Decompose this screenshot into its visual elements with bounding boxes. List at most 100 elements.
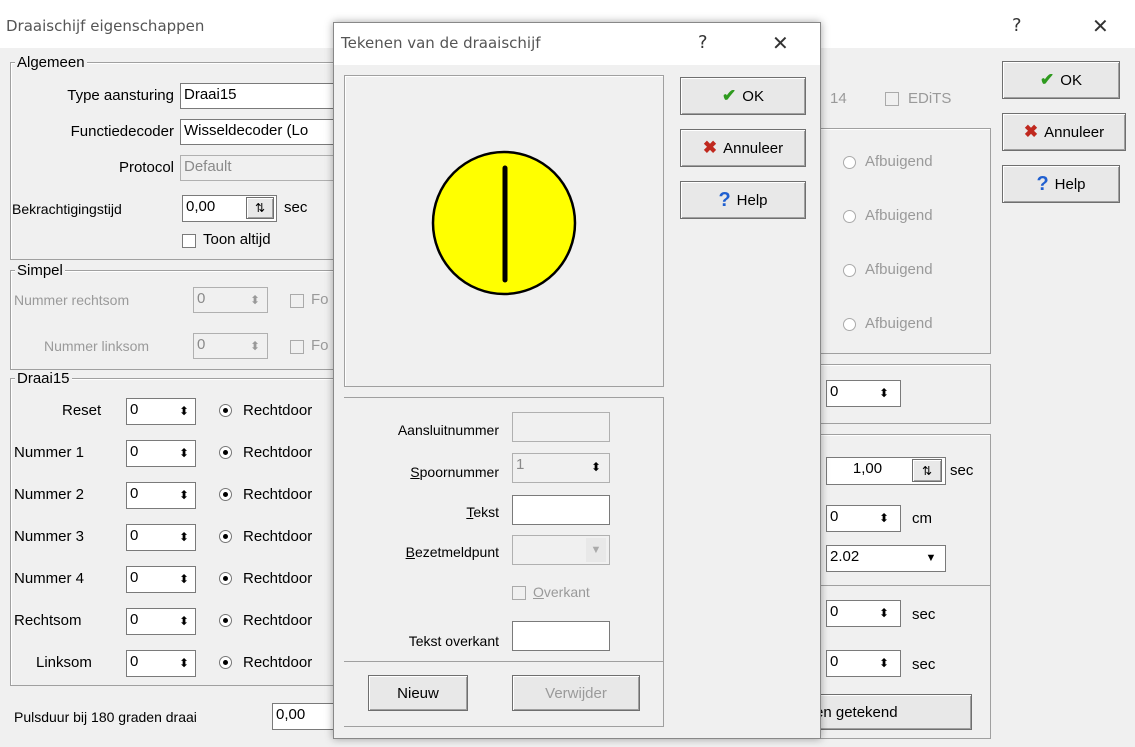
right-time-unit: sec [950, 462, 974, 479]
dialog-ok-button[interactable]: ✔ OK [680, 77, 806, 115]
toon-altijd-label: Toon altijd [203, 231, 271, 248]
pulsduur-field[interactable]: 0,00 [272, 703, 342, 730]
toon-altijd-checkbox[interactable] [182, 234, 196, 248]
draai-row-label: Nummer 1 [14, 444, 85, 461]
draai-row-radio[interactable] [219, 404, 232, 417]
getekend-button[interactable]: en getekend [810, 694, 972, 730]
draai-row-label: Nummer 3 [14, 528, 85, 545]
nummer-linksom-label: Nummer linksom [44, 338, 150, 354]
dialog-help-question-icon: ? [718, 188, 731, 211]
right-sec2-spin-icon[interactable]: ⬍ [874, 651, 894, 675]
draaischijf-dialog: Tekenen van de draaischijf ? ✕ Aansluitn… [333, 22, 821, 739]
draai-row-label: Linksom [36, 654, 92, 671]
afbuigend-label: Afbuigend [865, 207, 933, 224]
draai-row-radio[interactable] [219, 572, 232, 585]
nieuw-button[interactable]: Nieuw [368, 675, 468, 711]
main-ok-button[interactable]: ✔ OK [1002, 61, 1120, 99]
bekrachtigingstijd-unit: sec [284, 199, 308, 216]
help-question-icon: ? [1036, 172, 1049, 195]
nummer-rechtsom-label: Nummer rechtsom [14, 292, 130, 308]
group-simpel [10, 270, 340, 370]
protocol-field[interactable]: Default [180, 155, 340, 181]
ok-check-icon: ✔ [1040, 70, 1055, 89]
main-help-icon[interactable]: ? [1012, 17, 1022, 35]
dialog-close-icon[interactable]: ✕ [772, 33, 789, 53]
main-title: Draaischijf eigenschappen [6, 17, 205, 35]
cancel-x-icon: ✖ [1023, 122, 1039, 141]
draai-row-radio[interactable] [219, 656, 232, 669]
verwijder-button[interactable]: Verwijder [512, 675, 640, 711]
aansluitnummer-field[interactable] [512, 412, 610, 442]
right-version-chevron-down-icon[interactable]: ▼ [920, 547, 942, 570]
main-ok-label: OK [1060, 71, 1082, 89]
draai-row-spin-icon[interactable]: ⬍ [174, 441, 194, 465]
right-spin-icon[interactable]: ⬍ [874, 381, 894, 405]
draai-row-radio[interactable] [219, 488, 232, 501]
draai-row-spin-icon[interactable]: ⬍ [174, 525, 194, 549]
draai-row-label: Reset [62, 402, 102, 419]
right-cm-spin-icon[interactable]: ⬍ [874, 506, 894, 530]
draai-row-spin-icon[interactable]: ⬍ [174, 483, 194, 507]
aansluitnummer-label: Aansluitnummer [397, 422, 499, 438]
draai-row-radio-label: Rechtdoor [243, 654, 313, 671]
draai-row-spin-icon[interactable]: ⬍ [174, 399, 194, 423]
nieuw-label: Nieuw [397, 684, 439, 702]
tekst-overkant-label: Tekst overkant [408, 633, 499, 649]
spoornummer-label: Spoornummer [410, 464, 499, 480]
dialog-button-divider [344, 661, 664, 662]
draai-row-label: Nummer 4 [14, 570, 85, 587]
afbuigend-radio[interactable] [843, 210, 856, 223]
bezetmeldpunt-label: Bezetmeldpunt [405, 544, 499, 560]
bekrachtigingstijd-spin-icon[interactable]: ⇅ [246, 197, 274, 219]
dialog-help-button[interactable]: ? Help [680, 181, 806, 219]
afbuigend-label: Afbuigend [865, 153, 933, 170]
nummer-linksom-spin-icon[interactable]: ⬍ [245, 334, 265, 358]
nummer-14: 14 [830, 90, 847, 107]
right-sec2-unit: sec [912, 656, 936, 673]
main-cancel-button[interactable]: ✖ Annuleer [1002, 113, 1126, 151]
afbuigend-radio[interactable] [843, 156, 856, 169]
afbuigend-label: Afbuigend [865, 261, 933, 278]
main-help-button[interactable]: ? Help [1002, 165, 1120, 203]
dialog-help-icon[interactable]: ? [698, 34, 708, 52]
overkant-checkbox[interactable] [512, 586, 526, 600]
afbuigend-label: Afbuigend [865, 315, 933, 332]
protocol-label: Protocol [118, 159, 174, 176]
type-aansturing-field[interactable]: Draai15 [180, 83, 340, 109]
draai-row-radio[interactable] [219, 614, 232, 627]
fo-label-2: Fo [311, 337, 329, 354]
main-help-label: Help [1054, 175, 1086, 193]
spoornummer-spin-icon[interactable]: ⬍ [586, 455, 606, 479]
dialog-cancel-button[interactable]: ✖ Annuleer [680, 129, 806, 167]
group-draai15-title: Draai15 [15, 370, 72, 387]
afbuigend-radio[interactable] [843, 318, 856, 331]
draai-row-radio-label: Rechtdoor [243, 402, 313, 419]
group-algemeen-title: Algemeen [15, 54, 87, 71]
right-sec1-unit: sec [912, 606, 936, 623]
draai-row-spin-icon[interactable]: ⬍ [174, 609, 194, 633]
tekst-field[interactable] [512, 495, 610, 525]
tekst-overkant-field[interactable] [512, 621, 610, 651]
pulsduur-label: Pulsduur bij 180 graden draai [14, 709, 197, 725]
bekrachtigingstijd-label: Bekrachtigingstijd [12, 201, 122, 217]
dialog-ok-label: OK [742, 87, 764, 105]
fo-label-1: Fo [311, 291, 329, 308]
draai-row-spin-icon[interactable]: ⬍ [174, 651, 194, 675]
dialog-cancel-x-icon: ✖ [702, 138, 718, 157]
draai-row-radio[interactable] [219, 530, 232, 543]
right-cm-unit: cm [912, 510, 932, 527]
right-time-spin-icon[interactable]: ⇅ [912, 459, 942, 482]
draai-row-radio[interactable] [219, 446, 232, 459]
nummer-rechtsom-spin-icon[interactable]: ⬍ [245, 288, 265, 312]
right-sec1-spin-icon[interactable]: ⬍ [874, 601, 894, 625]
edits-checkbox[interactable] [885, 92, 899, 106]
fo-checkbox-2[interactable] [290, 340, 304, 354]
bezetmeldpunt-chevron-down-icon[interactable]: ▼ [586, 538, 606, 562]
draai-row-label: Nummer 2 [14, 486, 85, 503]
functiedecoder-field[interactable]: Wisseldecoder (Lo [180, 119, 340, 145]
draai-row-spin-icon[interactable]: ⬍ [174, 567, 194, 591]
afbuigend-radio[interactable] [843, 264, 856, 277]
fo-checkbox-1[interactable] [290, 294, 304, 308]
main-close-icon[interactable]: ✕ [1092, 16, 1109, 36]
edits-label: EDiTS [908, 90, 952, 107]
